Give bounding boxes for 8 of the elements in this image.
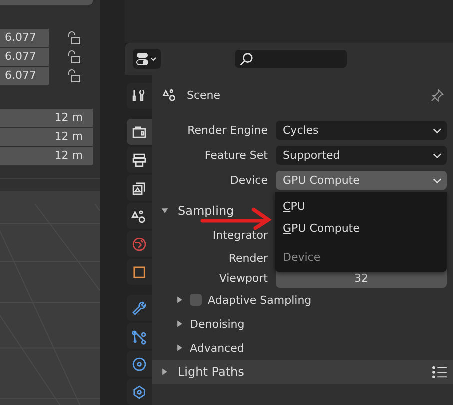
setting-label: Device: [229, 174, 268, 187]
field-label: Render: [228, 252, 268, 264]
context-label: Scene: [187, 88, 222, 102]
field-label: Viewport: [218, 272, 268, 284]
setting-label: Render Engine: [186, 124, 268, 137]
menu-title: Device: [282, 250, 322, 266]
setting-label: Feature Set: [204, 149, 268, 162]
field-label: Integrator: [212, 229, 268, 242]
